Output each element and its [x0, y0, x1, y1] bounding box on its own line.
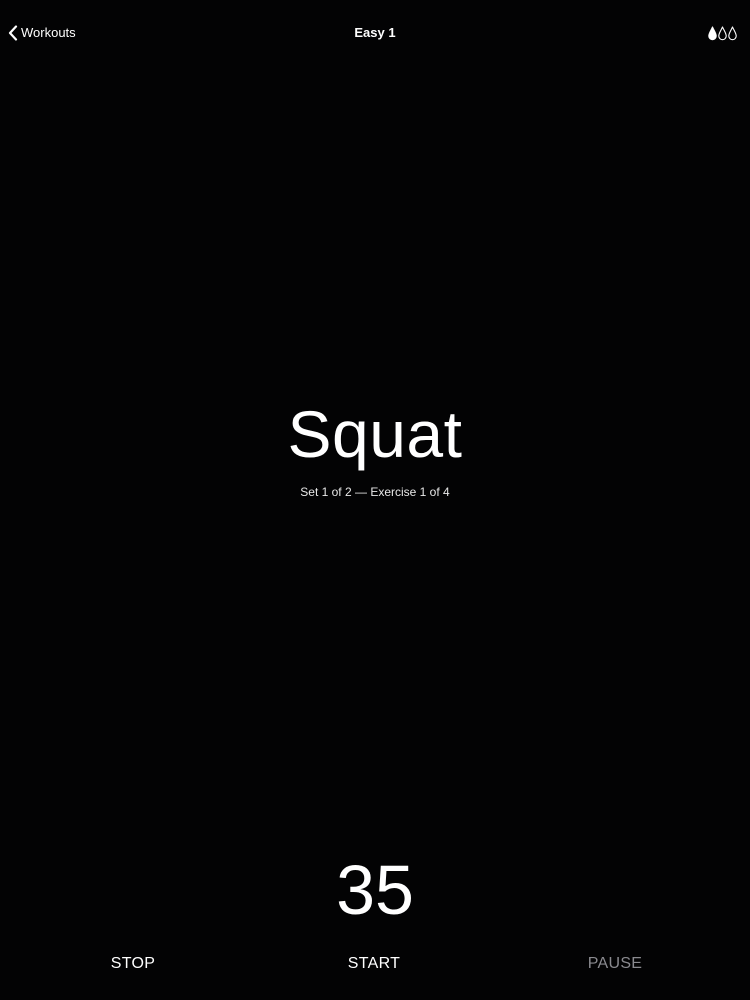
- back-button[interactable]: Workouts: [8, 22, 76, 44]
- difficulty-indicator[interactable]: [708, 23, 737, 43]
- page-title: Easy 1: [354, 25, 396, 40]
- exercise-progress: Set 1 of 2 — Exercise 1 of 4: [300, 485, 450, 499]
- countdown-timer: 35: [336, 851, 414, 929]
- workout-screen: Workouts Easy 1 Squat Set 1 of 2 — Exerc…: [0, 0, 750, 1000]
- back-button-label: Workouts: [21, 25, 76, 40]
- drop-outline-icon: [728, 25, 737, 41]
- workout-controls: STOP START PAUSE: [0, 948, 750, 980]
- start-button[interactable]: START: [294, 948, 454, 980]
- pause-button[interactable]: PAUSE: [535, 948, 695, 980]
- drop-outline-icon: [718, 25, 727, 41]
- exercise-name: Squat: [287, 397, 463, 471]
- stop-button[interactable]: STOP: [53, 948, 213, 980]
- navigation-bar: Workouts Easy 1: [0, 0, 750, 66]
- chevron-left-icon: [8, 25, 18, 41]
- drop-icon: [708, 25, 717, 41]
